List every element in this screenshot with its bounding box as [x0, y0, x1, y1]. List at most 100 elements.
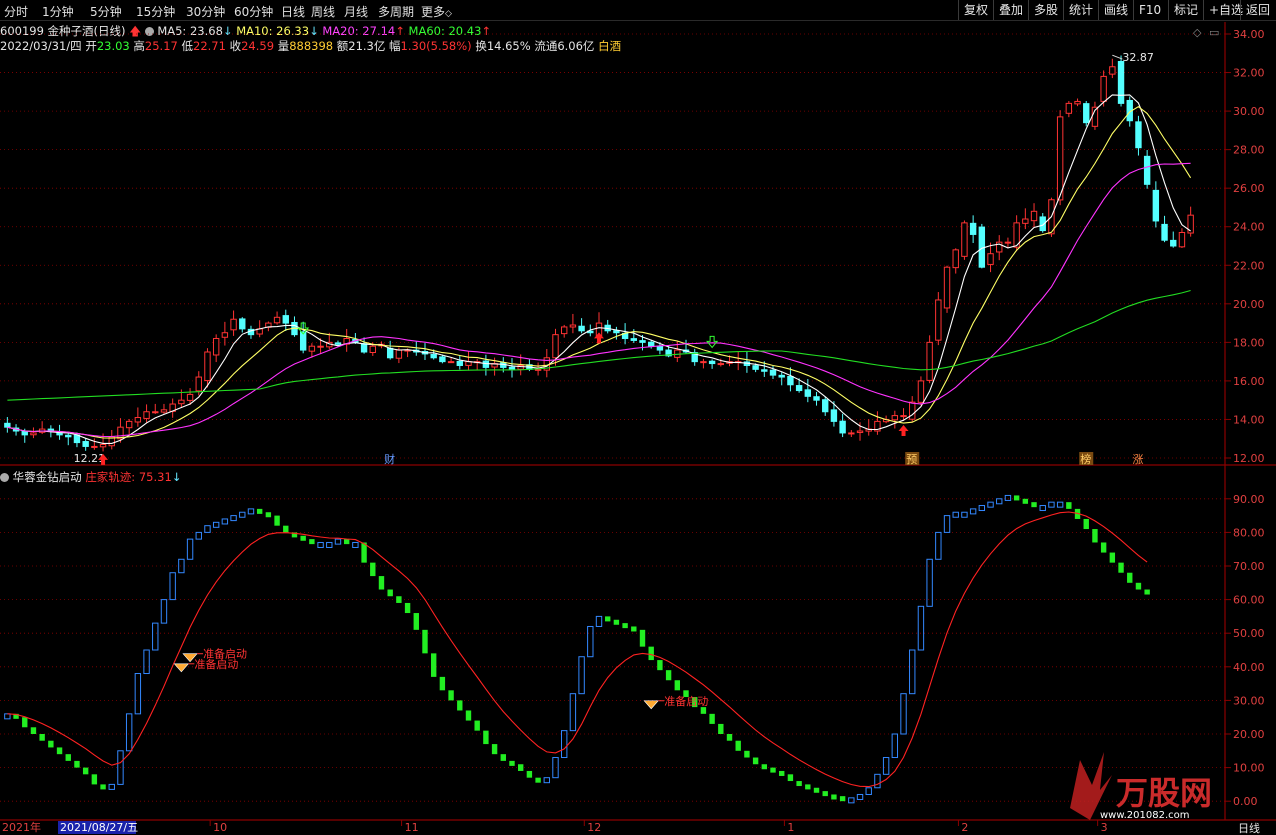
price-axis-label: 12.00 — [1233, 452, 1265, 465]
candle-body — [987, 253, 994, 265]
indicator-bar-up — [212, 521, 220, 528]
indicator-bar-up — [178, 558, 185, 574]
cursor-date-label: 2021/08/27/五 — [60, 821, 138, 834]
candle-body — [613, 330, 620, 334]
indicator-bar-down — [822, 791, 828, 797]
indicator-bar-down — [796, 781, 802, 787]
price-axis-label: 32.00 — [1233, 67, 1265, 80]
candle-body — [761, 369, 768, 372]
indicator-bar-down — [343, 539, 350, 545]
candle-body — [830, 409, 838, 422]
candle-body — [787, 376, 794, 386]
indicator-axis-label: 50.00 — [1233, 627, 1265, 640]
candle-body — [1004, 241, 1012, 244]
candle-body — [891, 415, 899, 421]
period-label: 日线 — [1238, 821, 1260, 835]
indicator-bar-up — [943, 515, 951, 533]
candle-body — [91, 445, 98, 448]
candle-body — [152, 411, 159, 414]
event-tag: 涨 — [1132, 453, 1143, 466]
candle-body — [1178, 232, 1186, 248]
indicator-bar-down — [74, 760, 80, 768]
indicator-bar-up — [247, 508, 255, 515]
candle-body — [952, 249, 959, 269]
indicator-bar-down — [639, 629, 646, 647]
candle-body — [935, 299, 942, 341]
candle-body — [1030, 210, 1038, 222]
kline-chart[interactable]: 34.0032.0030.0028.0026.0024.0022.0020.00… — [0, 0, 1276, 835]
indicator-bar-down — [779, 770, 785, 776]
indicator-bar-up — [578, 656, 585, 695]
indicator-axis-label: 20.00 — [1233, 728, 1265, 741]
price-axis-label: 28.00 — [1233, 144, 1265, 157]
candle-body — [4, 422, 11, 428]
indicator-bar-up — [848, 797, 855, 804]
indicator-bar-down — [491, 744, 498, 755]
indicator-bar-down — [770, 767, 776, 773]
indicator-bar-down — [1013, 495, 1020, 501]
indicator-bar-down — [761, 764, 768, 770]
indicator-bar-down — [517, 764, 524, 771]
indicator-bar-down — [674, 680, 681, 691]
indicator-bar-up — [143, 649, 150, 675]
candle-body — [552, 334, 559, 359]
candle-body — [1056, 116, 1064, 201]
indicator-bar-down — [396, 596, 402, 603]
indicator-bar-up — [882, 757, 890, 775]
annotations: 32.8712.21 财预榜涨准备启动准备启动准备启动万股网www.201082.… — [74, 26, 1220, 821]
candle-body — [447, 361, 455, 364]
candle-body — [717, 363, 725, 366]
candle-body — [1152, 189, 1160, 222]
indicator-bar-up — [909, 649, 916, 695]
candle-body — [178, 399, 185, 405]
indicator-bar-down — [718, 723, 724, 734]
month-label: 11 — [405, 821, 419, 834]
candle-body — [560, 326, 568, 335]
indicator-bar-up — [204, 525, 211, 533]
indicator-bar-down — [465, 710, 472, 721]
indicator-bar-down — [1135, 582, 1142, 590]
indicator-bar-down — [605, 616, 611, 622]
month-label: 1 — [787, 821, 794, 834]
candle-body — [386, 347, 394, 359]
indicator-bar-down — [1092, 529, 1098, 543]
indicator-bar-up — [186, 538, 194, 560]
indicator-axis-label: 90.00 — [1233, 493, 1265, 506]
candle-body — [212, 338, 220, 356]
candle-body — [961, 222, 968, 257]
candle-body — [308, 345, 316, 352]
indicator-bar-down — [1100, 542, 1107, 553]
indicator-bar-up — [108, 783, 115, 790]
indicator-bar-down — [309, 539, 315, 545]
indicator-bar-down — [1031, 502, 1037, 508]
indicator-bar-up — [160, 599, 168, 624]
candle-body — [369, 345, 376, 354]
candle-body — [700, 361, 707, 364]
candle-body — [1083, 103, 1090, 124]
indicator-axis-label: 0.00 — [1233, 795, 1258, 808]
indicator-axis-label: 40.00 — [1233, 661, 1265, 674]
indicator-bar-down — [1022, 498, 1029, 504]
indicator-bar-up — [230, 515, 237, 522]
candle-body — [900, 415, 907, 418]
indicator-bar-up — [4, 713, 11, 720]
candle-body — [822, 399, 829, 413]
candle-body — [230, 318, 237, 331]
candle-body — [204, 351, 211, 382]
indicator-bar-down — [805, 784, 811, 790]
indicator-bar-up — [152, 622, 159, 651]
price-axis-label: 24.00 — [1233, 221, 1265, 234]
indicator-bar-up — [239, 511, 246, 518]
indicator-bar-down — [1083, 518, 1089, 530]
indicator-axis-label: 60.00 — [1233, 594, 1265, 607]
candle-body — [909, 401, 916, 420]
candle-body — [186, 393, 194, 401]
candle-body — [430, 353, 437, 359]
candle-body — [630, 338, 638, 341]
candle-body — [456, 360, 463, 366]
indicator-bar-down — [387, 589, 393, 597]
candle-body — [708, 360, 716, 365]
indicator-bar-down — [500, 754, 506, 761]
candle-body — [160, 409, 168, 413]
indicator-axis-label: 80.00 — [1233, 526, 1265, 539]
